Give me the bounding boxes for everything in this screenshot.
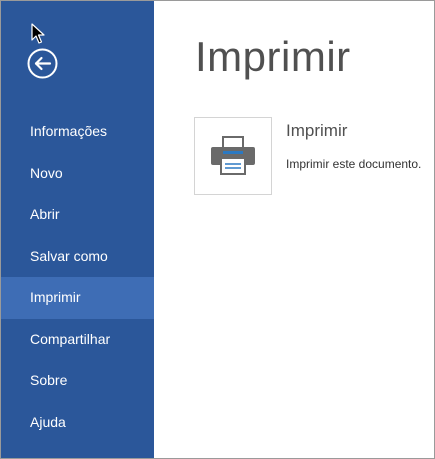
printer-icon: [211, 136, 255, 175]
print-option-heading: Imprimir: [286, 121, 348, 140]
nav-item-salvar-como[interactable]: Salvar como: [1, 236, 154, 278]
page-title: Imprimir: [195, 33, 351, 80]
print-button[interactable]: [194, 117, 272, 195]
nav-item-ajuda[interactable]: Ajuda: [1, 402, 154, 444]
nav-item-informacoes[interactable]: Informações: [1, 111, 154, 153]
nav-item-imprimir[interactable]: Imprimir: [1, 277, 154, 319]
backstage-sidebar: Informações Novo Abrir Salvar como Impri…: [1, 1, 154, 458]
back-button[interactable]: [27, 48, 58, 79]
print-option-description: Imprimir este documento.: [286, 157, 422, 171]
nav-item-sobre[interactable]: Sobre: [1, 360, 154, 402]
nav-item-abrir[interactable]: Abrir: [1, 194, 154, 236]
back-arrow-icon: [27, 48, 58, 79]
backstage-nav: Informações Novo Abrir Salvar como Impri…: [1, 111, 154, 443]
main-panel: Imprimir Imprimir Imprimir este document…: [154, 1, 434, 458]
mouse-cursor-icon: [31, 23, 45, 44]
nav-item-compartilhar[interactable]: Compartilhar: [1, 319, 154, 361]
nav-item-novo[interactable]: Novo: [1, 153, 154, 195]
backstage-window: Informações Novo Abrir Salvar como Impri…: [0, 0, 435, 459]
